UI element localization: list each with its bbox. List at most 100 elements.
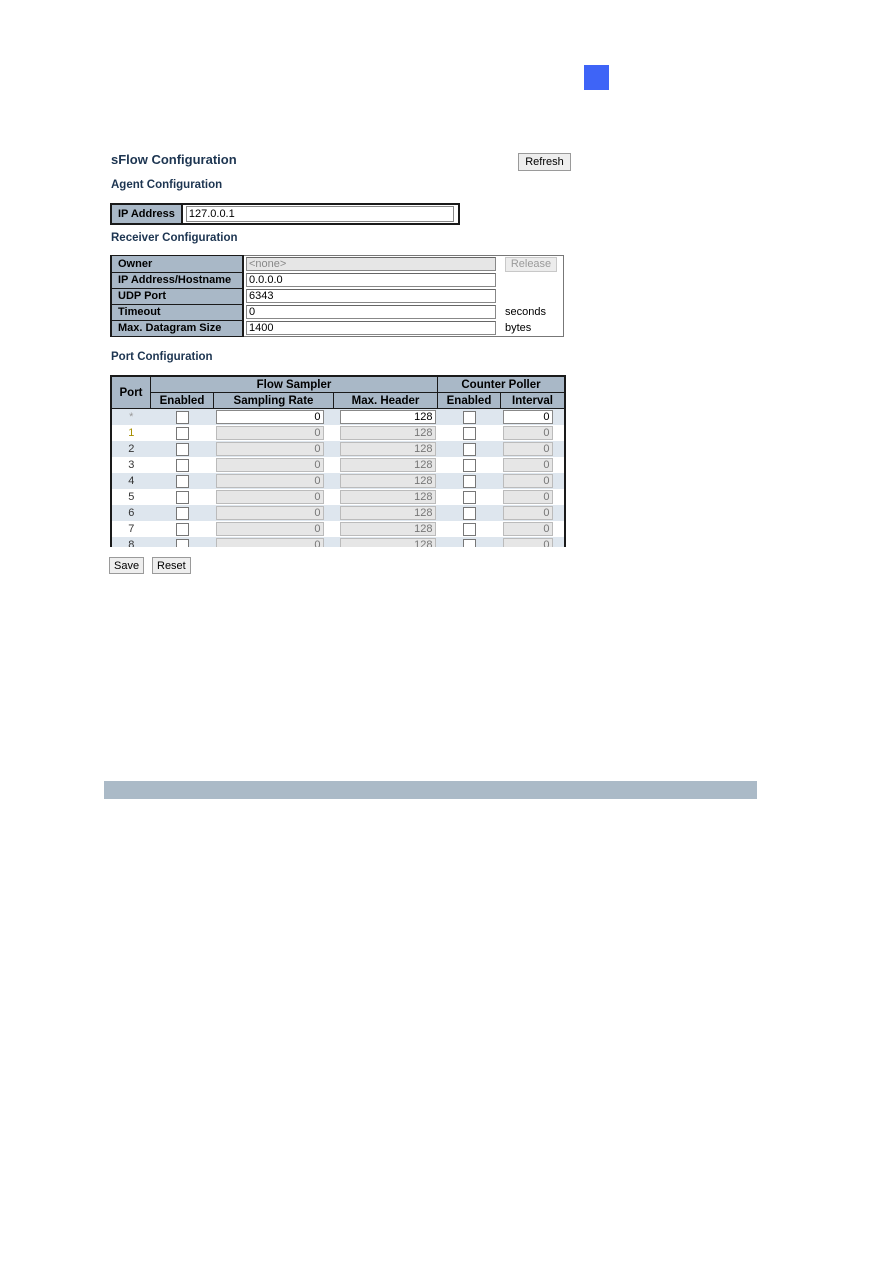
port-row: 5	[111, 489, 565, 505]
port-row: 8	[111, 537, 565, 547]
timeout-input[interactable]	[246, 305, 496, 319]
cp-enabled-checkbox[interactable]	[462, 474, 476, 488]
receiver-config-table: Owner Release IP Address/Hostname UDP Po…	[110, 255, 564, 337]
max-header-input[interactable]	[339, 490, 436, 504]
agent-section-title: Agent Configuration	[111, 179, 223, 191]
sampling-rate-input[interactable]	[215, 474, 324, 488]
interval-input[interactable]	[502, 506, 553, 520]
sampling-rate-input[interactable]	[215, 458, 324, 472]
interval-cell	[500, 521, 565, 537]
fs-enabled-checkbox[interactable]	[175, 474, 189, 488]
sampling-rate-input[interactable]	[215, 538, 324, 547]
hostname-cell	[243, 272, 503, 288]
footer-bar	[104, 781, 757, 799]
port-number-cell: 3	[111, 457, 151, 473]
port-config-table: Port Flow Sampler Counter Poller Enabled…	[110, 375, 566, 547]
cp-enabled-cell	[437, 457, 501, 473]
cp-enabled-checkbox[interactable]	[462, 538, 476, 547]
release-button[interactable]: Release	[505, 256, 557, 272]
owner-input	[246, 257, 496, 271]
cp-enabled-cell	[437, 425, 501, 441]
max-header-input[interactable]	[339, 458, 436, 472]
interval-input[interactable]	[502, 538, 553, 547]
interval-input[interactable]	[502, 410, 553, 424]
port-number-cell: 4	[111, 473, 151, 489]
port-section-title: Port Configuration	[111, 351, 213, 363]
reset-button[interactable]: Reset	[152, 557, 191, 574]
max-header-input[interactable]	[339, 538, 436, 547]
timeout-unit: seconds	[505, 306, 546, 318]
sampling-rate-input[interactable]	[215, 490, 324, 504]
hostname-input[interactable]	[246, 273, 496, 287]
sampling-rate-cell	[213, 425, 334, 441]
refresh-button[interactable]: Refresh	[518, 153, 571, 171]
interval-input[interactable]	[502, 522, 553, 536]
ip-address-input[interactable]	[185, 206, 454, 222]
datagram-size-input[interactable]	[246, 321, 496, 335]
fs-enabled-header: Enabled	[150, 392, 214, 409]
max-header-input[interactable]	[339, 410, 436, 424]
cp-enabled-checkbox[interactable]	[462, 426, 476, 440]
interval-input[interactable]	[502, 426, 553, 440]
datagram-size-label: Max. Datagram Size	[110, 319, 244, 337]
sampling-rate-input[interactable]	[215, 522, 324, 536]
interval-input[interactable]	[502, 490, 553, 504]
interval-cell	[500, 537, 565, 547]
max-header-input[interactable]	[339, 522, 436, 536]
interval-cell	[500, 489, 565, 505]
fs-enabled-checkbox[interactable]	[175, 442, 189, 456]
sampling-rate-input[interactable]	[215, 442, 324, 456]
cp-enabled-checkbox[interactable]	[462, 442, 476, 456]
port-number-cell: 2	[111, 441, 151, 457]
fs-enabled-cell	[150, 489, 214, 505]
sampling-rate-cell	[213, 505, 334, 521]
cp-enabled-checkbox[interactable]	[462, 410, 476, 424]
save-button[interactable]: Save	[109, 557, 145, 574]
port-row: 1	[111, 425, 565, 441]
sampling-rate-cell	[213, 408, 334, 425]
port-table-scroll-area[interactable]: Port Flow Sampler Counter Poller Enabled…	[110, 375, 568, 547]
fs-enabled-cell	[150, 441, 214, 457]
fs-enabled-checkbox[interactable]	[175, 522, 189, 536]
udp-port-cell	[243, 288, 503, 304]
ip-address-label: IP Address	[110, 203, 183, 225]
fs-enabled-checkbox[interactable]	[175, 490, 189, 504]
cp-enabled-header: Enabled	[437, 392, 501, 409]
fs-enabled-checkbox[interactable]	[175, 506, 189, 520]
max-header-cell	[333, 521, 438, 537]
interval-input[interactable]	[502, 458, 553, 472]
udp-port-input[interactable]	[246, 289, 496, 303]
timeout-cell	[243, 304, 503, 320]
fs-enabled-checkbox[interactable]	[175, 426, 189, 440]
max-header-cell	[333, 537, 438, 547]
interval-input[interactable]	[502, 474, 553, 488]
max-header-input[interactable]	[339, 426, 436, 440]
cp-enabled-checkbox[interactable]	[462, 522, 476, 536]
max-header-cell	[333, 408, 438, 425]
sampling-rate-input[interactable]	[215, 426, 324, 440]
max-header-input[interactable]	[339, 442, 436, 456]
sampling-rate-cell	[213, 473, 334, 489]
owner-label: Owner	[110, 255, 244, 273]
interval-header: Interval	[500, 392, 566, 409]
cp-enabled-checkbox[interactable]	[462, 490, 476, 504]
max-header-cell	[333, 425, 438, 441]
port-number: 8	[128, 539, 135, 547]
fs-enabled-checkbox[interactable]	[175, 458, 189, 472]
cp-enabled-cell	[437, 441, 501, 457]
fs-enabled-checkbox[interactable]	[175, 538, 189, 547]
fs-enabled-checkbox[interactable]	[175, 410, 189, 424]
fs-enabled-cell	[150, 521, 214, 537]
cp-enabled-checkbox[interactable]	[462, 506, 476, 520]
sampling-rate-cell	[213, 489, 334, 505]
port-row: 2	[111, 441, 565, 457]
sampling-rate-input[interactable]	[215, 506, 324, 520]
max-header-input[interactable]	[339, 506, 436, 520]
sampling-rate-input[interactable]	[215, 410, 324, 424]
flow-sampler-header: Flow Sampler	[150, 375, 438, 393]
max-header-input[interactable]	[339, 474, 436, 488]
interval-input[interactable]	[502, 442, 553, 456]
port-number-cell: 1	[111, 425, 151, 441]
cp-enabled-checkbox[interactable]	[462, 458, 476, 472]
counter-poller-header: Counter Poller	[437, 375, 566, 393]
